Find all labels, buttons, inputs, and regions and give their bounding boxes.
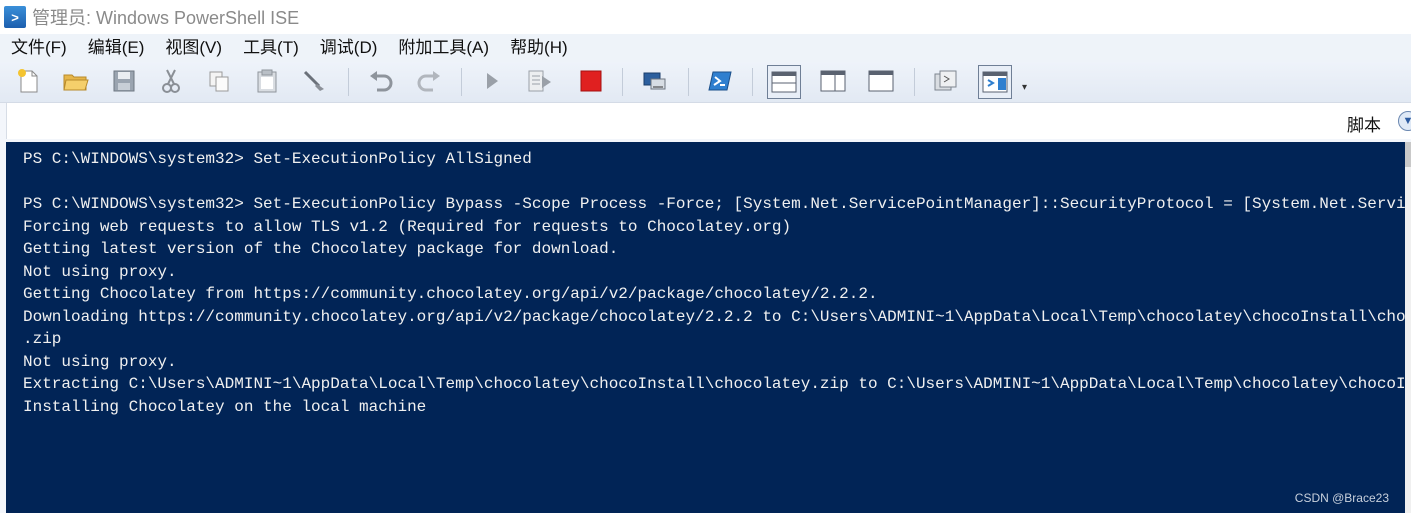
console-pane[interactable]: PS C:\WINDOWS\system32> Set-ExecutionPol… (6, 142, 1405, 513)
powershell-icon: > (4, 6, 26, 28)
toolbar-separator (688, 68, 689, 96)
console-line: Downloading https://community.chocolatey… (23, 307, 1405, 326)
toolbar-separator (348, 68, 349, 96)
menu-item[interactable]: 帮助(H) (499, 34, 578, 62)
toolbar-separator (914, 68, 915, 96)
console-line: Extracting C:\Users\ADMINI~1\AppData\Loc… (23, 375, 1405, 393)
menu-item[interactable]: 视图(V) (154, 34, 232, 62)
redo-icon[interactable] (414, 66, 444, 96)
layout-script-maximized-icon[interactable] (866, 66, 896, 96)
console-line: Not using proxy. (23, 352, 177, 371)
script-pane-header: 脚本 ▼ (0, 103, 1411, 139)
console-line: Installing Chocolatey on the local machi… (23, 397, 427, 416)
console-line: .zip (23, 330, 62, 348)
run-script-icon[interactable] (477, 66, 507, 96)
script-pane-label[interactable]: 脚本 (1347, 111, 1381, 136)
cut-icon[interactable] (156, 66, 186, 96)
menu-item[interactable]: 编辑(E) (77, 34, 155, 62)
undo-icon[interactable] (366, 66, 396, 96)
stop-operation-icon[interactable] (576, 66, 606, 96)
paste-icon[interactable] (252, 66, 282, 96)
window-title: 管理员: Windows PowerShell ISE (32, 8, 300, 28)
console-scrollbar-thumb[interactable] (1405, 142, 1411, 167)
menu-item[interactable]: 文件(F) (0, 34, 77, 62)
remote-powershell-icon[interactable] (640, 66, 670, 96)
toolbar: ▾ (0, 62, 1411, 103)
run-selection-icon[interactable] (525, 66, 555, 96)
console-scrollbar[interactable] (1405, 142, 1411, 513)
open-folder-icon[interactable] (61, 66, 91, 96)
toolbar-separator (622, 68, 623, 96)
console-output: PS C:\WINDOWS\system32> Set-ExecutionPol… (23, 148, 1405, 418)
toolbar-separator (752, 68, 753, 96)
clear-console-icon[interactable] (300, 66, 330, 96)
menu-bar: 文件(F) 编辑(E) 视图(V) 工具(T) 调试(D) 附加工具(A) 帮助(H) (0, 34, 1411, 62)
console-line: PS C:\WINDOWS\system32> Set-ExecutionPol… (23, 150, 532, 168)
toolbar-overflow-button[interactable]: ▾ (1022, 82, 1027, 93)
chevron-down-icon[interactable]: ▼ (1398, 111, 1411, 131)
console-line: Not using proxy. (23, 262, 177, 281)
layout-script-top-icon[interactable] (767, 65, 801, 99)
layout-script-right-icon[interactable] (818, 66, 848, 96)
title-bar: > 管理员: Windows PowerShell ISE (0, 0, 1411, 34)
console-line: Forcing web requests to allow TLS v1.2 (… (23, 217, 792, 236)
console-line: Getting latest version of the Chocolatey… (23, 240, 619, 258)
menu-item[interactable]: 调试(D) (309, 34, 388, 62)
start-powershell-icon[interactable] (705, 66, 735, 96)
menu-item[interactable]: 工具(T) (232, 34, 309, 62)
menu-item[interactable]: 附加工具(A) (387, 34, 499, 62)
new-file-icon[interactable] (14, 66, 44, 96)
script-tab-area: 脚本 ▼ (6, 103, 1411, 139)
copy-icon[interactable] (204, 66, 234, 96)
toolbar-separator (461, 68, 462, 96)
save-icon[interactable] (109, 66, 139, 96)
console-line: PS C:\WINDOWS\system32> Set-ExecutionPol… (23, 195, 1405, 213)
show-command-addon-icon[interactable] (978, 65, 1012, 99)
show-script-pane-icon[interactable] (931, 66, 961, 96)
watermark: CSDN @Brace23 (1294, 491, 1389, 505)
console-line: Getting Chocolatey from https://communit… (23, 285, 878, 303)
